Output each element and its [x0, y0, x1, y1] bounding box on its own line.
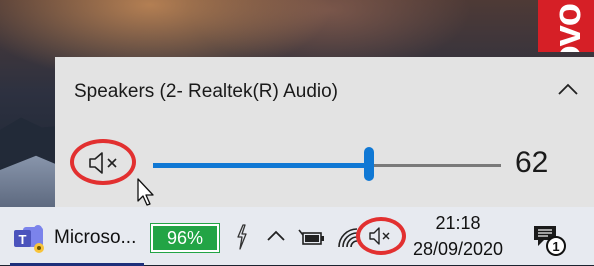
taskbar-app-label: Microso...: [54, 227, 137, 248]
slider-thumb[interactable]: [363, 147, 374, 181]
lenovo-logo-text: enovo: [540, 4, 594, 52]
clock-time: 21:18: [435, 213, 481, 233]
clock[interactable]: 21:18 28/09/2020: [406, 212, 510, 260]
battery-percentage[interactable]: 96%: [150, 223, 220, 253]
taskbar: T Microso... 96% 21:18 28/09/2020 1: [0, 207, 594, 266]
clock-date: 28/09/2020: [412, 239, 504, 259]
notification-count-badge: 1: [546, 236, 566, 256]
taskbar-app-teams[interactable]: T Microso...: [10, 217, 144, 266]
volume-slider[interactable]: [153, 147, 501, 181]
speaker-muted-icon: [89, 152, 117, 174]
power-plug-icon[interactable]: [297, 227, 327, 249]
battery-charging-icon[interactable]: [234, 223, 250, 251]
volume-value: 62: [515, 146, 549, 179]
slider-fill: [153, 163, 369, 168]
svg-text:T: T: [19, 232, 27, 247]
audio-device-selector[interactable]: Speakers (2- Realtek(R) Audio): [74, 81, 338, 103]
action-center-button[interactable]: 1: [532, 224, 572, 260]
mouse-cursor-icon: [137, 178, 154, 206]
chevron-up-icon[interactable]: [555, 79, 581, 101]
lenovo-logo: enovo: [538, 0, 594, 52]
teams-icon: T: [14, 225, 44, 253]
volume-flyout: Speakers (2- Realtek(R) Audio) 62: [55, 57, 594, 207]
mute-toggle-button[interactable]: [70, 139, 140, 191]
speaker-muted-icon: [369, 227, 390, 245]
show-hidden-icons-chevron[interactable]: [265, 227, 287, 245]
volume-tray-button[interactable]: [356, 217, 408, 255]
